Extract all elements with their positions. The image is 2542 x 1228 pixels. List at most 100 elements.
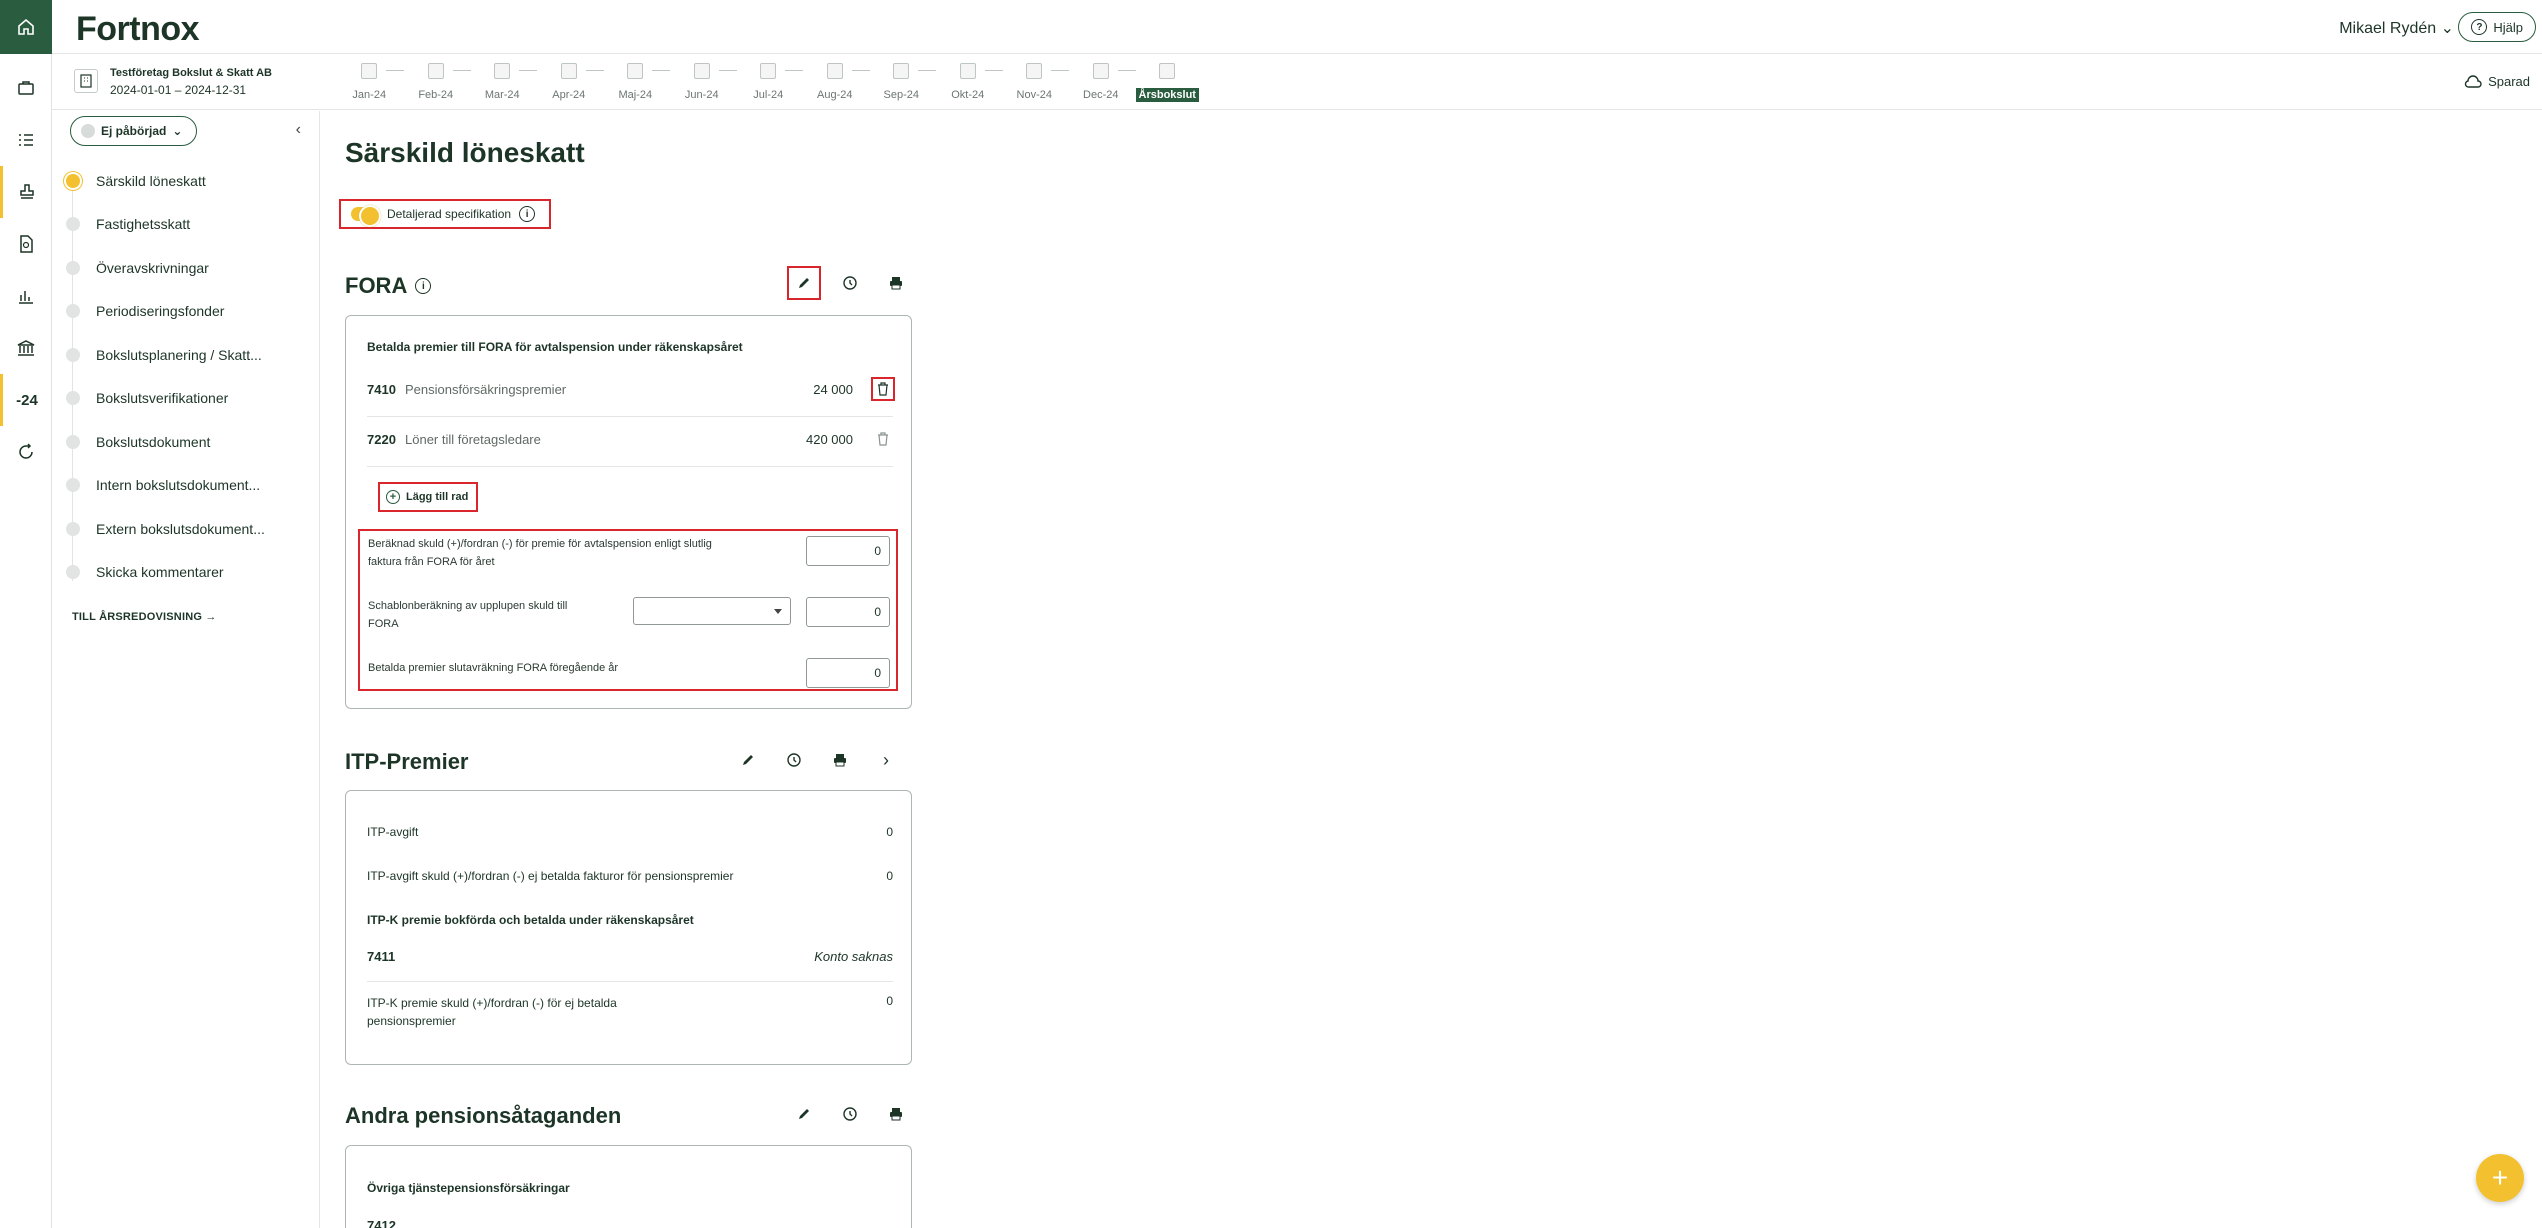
- period-nov[interactable]: Nov-24: [1001, 63, 1069, 103]
- account-number: 7220: [367, 431, 396, 447]
- lock-icon: [427, 63, 444, 79]
- company-info: Testföretag Bokslut & Skatt AB 2024-01-0…: [74, 65, 272, 99]
- itp-row: ITP-avgift skuld (+)/fordran (-) ej beta…: [367, 869, 893, 883]
- sidebar-item-bokslutsdokument[interactable]: Bokslutsdokument: [66, 420, 306, 464]
- step-indicator: [66, 347, 80, 362]
- lock-icon: [1092, 63, 1109, 79]
- sidebar-item-skicka-kommentarer[interactable]: Skicka kommentarer: [66, 551, 306, 595]
- period-maj[interactable]: Maj-24: [602, 63, 670, 103]
- top-bar: Fortnox Mikael Rydén ⌄ ? Hjälp: [52, 0, 2542, 54]
- plus-icon: +: [2491, 1162, 2509, 1193]
- fora-calculations: Beräknad skuld (+)/fordran (-) för premi…: [358, 529, 898, 691]
- calc-2-select[interactable]: [633, 597, 791, 625]
- pencil-icon: [799, 278, 809, 288]
- history-button[interactable]: [827, 1099, 873, 1129]
- edit-button[interactable]: [725, 745, 771, 775]
- tasks-button[interactable]: [0, 114, 51, 166]
- help-button[interactable]: ? Hjälp: [2458, 12, 2536, 42]
- edit-button[interactable]: [781, 1099, 827, 1129]
- chevron-left-icon: ‹: [295, 121, 301, 138]
- chevron-down-icon: ⌄: [2440, 20, 2454, 37]
- period-mar[interactable]: Mar-24: [469, 63, 537, 103]
- period-annual[interactable]: Årsbokslut: [1134, 63, 1201, 103]
- print-icon: [834, 754, 846, 767]
- period-feb[interactable]: Feb-24: [403, 63, 471, 103]
- period-aug[interactable]: Aug-24: [802, 63, 870, 103]
- period-jun[interactable]: Jun-24: [669, 63, 737, 103]
- sidebar-item-extern-bokslutsdokument[interactable]: Extern bokslutsdokument...: [66, 507, 306, 551]
- row-divider: [367, 981, 893, 982]
- logo[interactable]: Fortnox: [76, 10, 200, 49]
- add-row-button[interactable]: + Lägg till rad: [378, 482, 478, 512]
- period-sep[interactable]: Sep-24: [868, 63, 936, 103]
- period-okt[interactable]: Okt-24: [935, 63, 1003, 103]
- save-status: Sparad: [2464, 74, 2530, 89]
- account-value: 24 000: [813, 381, 853, 397]
- sidebar-item-overavskrivningar[interactable]: Överavskrivningar: [66, 246, 306, 290]
- sidebar-item-bokslutsverifikationer[interactable]: Bokslutsverifikationer: [66, 377, 306, 421]
- calc-3-input[interactable]: 0: [806, 658, 890, 688]
- history-icon: [787, 753, 801, 767]
- user-name: Mikael Rydén: [2339, 20, 2437, 37]
- print-button[interactable]: [873, 268, 919, 298]
- bank-button[interactable]: [0, 322, 51, 374]
- calc-2-input[interactable]: 0: [806, 597, 890, 627]
- fora-card-title: Betalda premier till FORA för avtalspens…: [367, 340, 743, 354]
- user-menu[interactable]: Mikael Rydén ⌄: [2339, 18, 2454, 38]
- briefcase-button[interactable]: [0, 62, 51, 114]
- delete-row-button[interactable]: [871, 377, 895, 401]
- history-icon: [843, 276, 857, 290]
- expand-button[interactable]: ›: [863, 745, 909, 775]
- edit-button[interactable]: [787, 266, 821, 300]
- lock-icon: [361, 63, 378, 79]
- period-dec[interactable]: Dec-24: [1068, 63, 1136, 103]
- sidebar-item-sarskild-loneskatt[interactable]: Särskild löneskatt: [66, 159, 306, 203]
- calc-1-input[interactable]: 0: [806, 536, 890, 566]
- fora-card: Betalda premier till FORA för avtalspens…: [345, 315, 912, 709]
- collapse-sidebar-button[interactable]: ‹: [296, 121, 301, 139]
- print-button[interactable]: [817, 745, 863, 775]
- documents-button[interactable]: [0, 218, 51, 270]
- status-dropdown[interactable]: Ej påbörjad ⌄: [70, 116, 198, 146]
- lock-icon: [494, 63, 511, 79]
- delete-row-button[interactable]: [873, 429, 893, 449]
- toggle-label: Detaljerad specifikation: [387, 207, 512, 221]
- trash-icon: [878, 382, 888, 396]
- info-icon[interactable]: i: [415, 278, 432, 294]
- toggle-switch[interactable]: [351, 205, 381, 227]
- history-button[interactable]: [827, 268, 873, 298]
- add-fab-button[interactable]: +: [2476, 1154, 2524, 1202]
- year-button[interactable]: -24: [0, 374, 51, 426]
- print-button[interactable]: [873, 1099, 919, 1129]
- sidebar-item-fastighetsskatt[interactable]: Fastighetsskatt: [66, 203, 306, 247]
- period-jan[interactable]: Jan-24: [336, 63, 404, 103]
- sidebar-item-bokslutsplanering[interactable]: Bokslutsplanering / Skatt...: [66, 333, 306, 377]
- to-annual-report-link[interactable]: TILL ÅRSREDOVISNING →: [72, 611, 217, 623]
- home-button[interactable]: [0, 0, 52, 54]
- sidebar-item-intern-bokslutsdokument[interactable]: Intern bokslutsdokument...: [66, 464, 306, 508]
- reports-button[interactable]: [0, 270, 51, 322]
- print-icon: [890, 1108, 902, 1121]
- step-indicator: [66, 304, 80, 319]
- history-button[interactable]: [0, 426, 51, 478]
- info-icon[interactable]: i: [519, 206, 536, 222]
- history-button[interactable]: [771, 745, 817, 775]
- period-jul[interactable]: Jul-24: [735, 63, 803, 103]
- closing-button[interactable]: [0, 166, 51, 218]
- sidebar-item-periodiseringsfonder[interactable]: Periodiseringsfonder: [66, 290, 306, 334]
- page-title: Särskild löneskatt: [345, 137, 585, 168]
- step-indicator: [66, 521, 80, 536]
- status-label: Ej påbörjad: [101, 124, 167, 138]
- period-apr[interactable]: Apr-24: [536, 63, 604, 103]
- row-divider: [367, 466, 893, 467]
- company-name: Testföretag Bokslut & Skatt AB: [110, 67, 272, 79]
- help-label: Hjälp: [2493, 19, 2523, 35]
- lock-icon: [1026, 63, 1043, 79]
- saved-label: Sparad: [2488, 74, 2530, 89]
- lock-icon: [1159, 63, 1176, 79]
- account-label: Löner till företagsledare: [405, 431, 541, 447]
- detailed-spec-toggle[interactable]: Detaljerad specifikation i: [339, 199, 551, 229]
- other-pensions-card: Övriga tjänstepensionsförsäkringar 7412: [345, 1145, 912, 1228]
- fora-toolbar: [781, 266, 919, 300]
- lock-icon: [826, 63, 843, 79]
